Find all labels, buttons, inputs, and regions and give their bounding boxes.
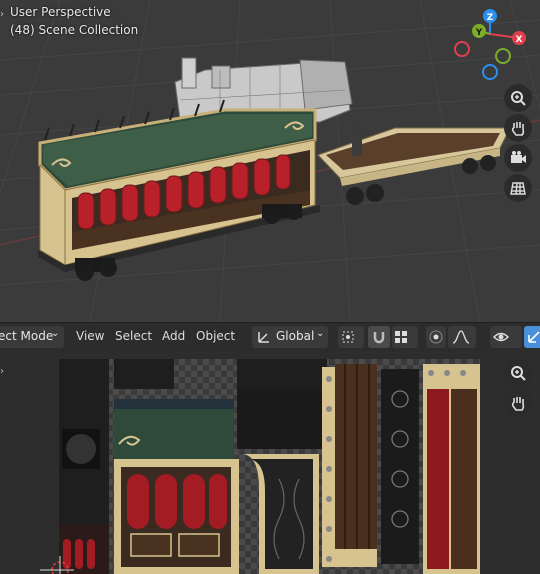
ortho-grid-icon[interactable] <box>504 174 532 202</box>
gizmo-icon <box>528 331 540 343</box>
eye-icon <box>493 332 509 342</box>
menu-object[interactable]: Object <box>196 329 235 343</box>
snap-toggle[interactable] <box>368 326 390 348</box>
view-name-label: User Perspective <box>10 5 111 19</box>
hand-pan-icon[interactable] <box>504 114 532 142</box>
gizmo-z-label: Z <box>487 13 494 23</box>
snap-grid-icon <box>395 331 407 343</box>
chevron-down-icon: ⌄ <box>51 328 60 339</box>
gizmo-y-label: Y <box>475 28 483 38</box>
editor-header: ect Mode ⌄ View Select Add Object Global… <box>0 322 540 352</box>
orientation-dropdown[interactable]: Global ⌄ <box>252 326 328 348</box>
chevron-right-icon[interactable]: › <box>0 365 8 379</box>
proportional-edit-icon <box>429 330 443 344</box>
transform-orientation-icon <box>258 332 269 343</box>
zoom-icon[interactable] <box>504 84 532 112</box>
viewport-grid: Z X Y <box>0 0 540 322</box>
uv-texture-image <box>59 359 480 574</box>
uv-editor[interactable]: › <box>0 351 540 574</box>
2d-cursor-icon[interactable] <box>40 556 74 574</box>
proportional-edit-toggle[interactable] <box>426 326 446 348</box>
falloff-curve-icon <box>452 330 470 344</box>
mode-label: ect Mode <box>0 329 54 343</box>
camera-icon[interactable] <box>504 144 532 172</box>
chevron-down-icon: ⌄ <box>316 328 325 339</box>
falloff-dropdown[interactable] <box>448 326 476 348</box>
hand-pan-icon[interactable] <box>504 389 532 417</box>
3d-viewport[interactable]: Z X Y › User Perspective (48) Scene Coll… <box>0 0 540 322</box>
pivot-icon <box>342 331 354 343</box>
mode-dropdown[interactable]: ect Mode ⌄ <box>0 326 64 348</box>
gizmo-toggle[interactable] <box>524 326 540 348</box>
snap-target-dropdown[interactable] <box>392 326 418 348</box>
magnet-icon <box>373 332 385 344</box>
chevron-right-icon[interactable]: › <box>0 8 8 22</box>
orientation-label: Global <box>276 329 315 343</box>
gizmo-x-label: X <box>516 35 523 45</box>
menu-view[interactable]: View <box>76 329 104 343</box>
menu-add[interactable]: Add <box>162 329 185 343</box>
zoom-icon[interactable] <box>504 359 532 387</box>
scene-collection-label: (48) Scene Collection <box>10 23 139 37</box>
menu-select[interactable]: Select <box>115 329 152 343</box>
pivot-point-dropdown[interactable] <box>338 326 364 348</box>
visibility-dropdown[interactable] <box>490 326 522 348</box>
